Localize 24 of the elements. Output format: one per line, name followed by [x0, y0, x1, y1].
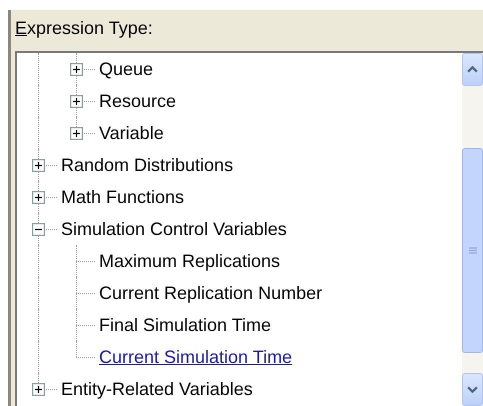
- vertical-scrollbar[interactable]: [462, 53, 483, 406]
- scroll-thumb[interactable]: [462, 148, 483, 353]
- expand-icon[interactable]: [32, 159, 45, 172]
- expand-icon[interactable]: [70, 95, 83, 108]
- tree-item[interactable]: Variable: [99, 122, 164, 144]
- tree-item[interactable]: Final Simulation Time: [99, 314, 272, 336]
- tree-item[interactable]: Math Functions: [61, 186, 184, 208]
- tree-item[interactable]: Current Replication Number: [99, 282, 322, 304]
- expand-icon[interactable]: [32, 191, 45, 204]
- scroll-up-button[interactable]: [462, 53, 483, 86]
- expand-icon[interactable]: [70, 63, 83, 76]
- expand-icon[interactable]: [32, 383, 45, 396]
- collapse-icon[interactable]: [32, 223, 45, 236]
- tree-item[interactable]: Maximum Replications: [99, 250, 280, 272]
- tree-item[interactable]: Entity-Related Variables: [61, 378, 253, 400]
- tree-item[interactable]: Current Simulation Time: [99, 346, 292, 368]
- grip-icon: [468, 246, 476, 254]
- tree-item[interactable]: Queue: [99, 58, 154, 80]
- tree-item[interactable]: Random Distributions: [61, 154, 234, 176]
- tree-item[interactable]: Simulation Control Variables: [61, 218, 287, 240]
- expression-type-label: Expression Type:: [15, 18, 153, 39]
- expand-icon[interactable]: [70, 127, 83, 140]
- scroll-down-button[interactable]: [462, 373, 483, 406]
- tree-item[interactable]: Resource: [99, 90, 176, 112]
